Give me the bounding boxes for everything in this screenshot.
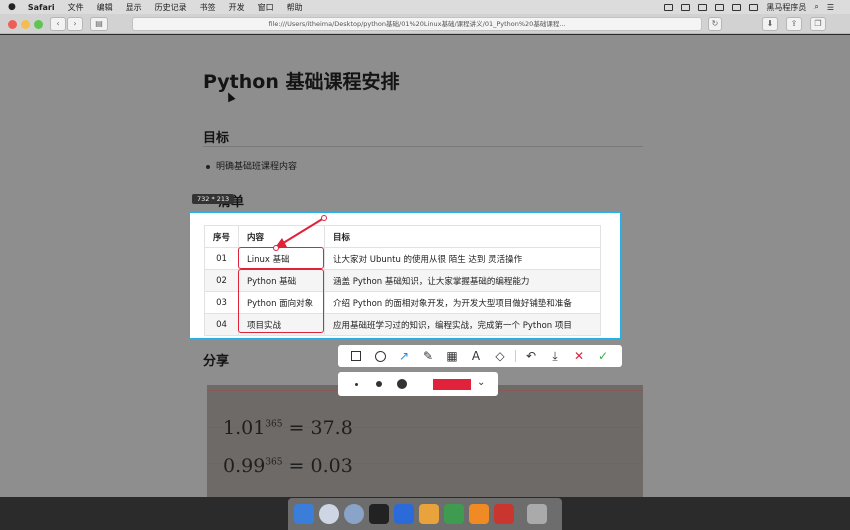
- apple-menu-icon[interactable]: ●: [8, 2, 16, 12]
- launchpad-icon[interactable]: [344, 504, 364, 524]
- cancel-icon[interactable]: ✕: [567, 345, 591, 367]
- page-title: Python 基础课程安排: [203, 71, 400, 93]
- status-menu-icon[interactable]: [681, 3, 691, 11]
- menu-history[interactable]: 历史记录: [155, 2, 187, 13]
- stroke-color-swatch[interactable]: [433, 379, 471, 390]
- status-menu-icon[interactable]: [664, 3, 674, 11]
- download-icon[interactable]: ⤓: [543, 345, 567, 367]
- divider: [203, 146, 643, 147]
- tag-tool-icon[interactable]: ◇: [488, 345, 512, 367]
- text-tool-icon[interactable]: A: [464, 345, 488, 367]
- back-button[interactable]: ‹: [50, 17, 66, 31]
- large-stroke-option[interactable]: [397, 379, 407, 389]
- mosaic-tool-icon[interactable]: ▦: [440, 345, 464, 367]
- app-icon[interactable]: [444, 504, 464, 524]
- terminal-icon[interactable]: [369, 504, 389, 524]
- menu-bookmarks[interactable]: 书签: [200, 2, 216, 13]
- equation: 1.01365 = 37.8: [223, 417, 353, 439]
- goal-heading: 目标: [203, 131, 230, 146]
- rectangle-tool-icon[interactable]: [344, 345, 368, 367]
- address-bar[interactable]: file:///Users/itheima/Desktop/python基础/0…: [132, 17, 702, 31]
- menu-bar: ● Safari 文件 编辑 显示 历史记录 书签 开发 窗口 帮助 黑马程序员…: [0, 0, 850, 14]
- menu-app-name[interactable]: Safari: [28, 3, 55, 12]
- close-window-button[interactable]: [8, 20, 17, 29]
- menu-develop[interactable]: 开发: [229, 2, 245, 13]
- browser-toolbar: ‹ › ▤ file:///Users/itheima/Desktop/pyth…: [0, 14, 850, 34]
- goal-list-item: 明确基础班课程内容: [206, 159, 297, 172]
- small-stroke-option[interactable]: [355, 383, 358, 386]
- stroke-options-bar: ⌄: [338, 372, 498, 396]
- sidebar-button[interactable]: ▤: [90, 17, 108, 31]
- finder-icon[interactable]: [294, 504, 314, 524]
- editor-icon[interactable]: [419, 504, 439, 524]
- status-menu-icon[interactable]: [732, 3, 742, 11]
- zoom-window-button[interactable]: [34, 20, 43, 29]
- menu-view[interactable]: 显示: [126, 2, 142, 13]
- screenshot-selection[interactable]: 序号 内容 目标 01 Linux 基础 让大家对 Ubuntu 的使用从很 陌…: [189, 212, 621, 339]
- arrow-tool-icon[interactable]: ↗: [392, 345, 416, 367]
- search-icon[interactable]: ⌕: [814, 2, 818, 12]
- share-icon[interactable]: ⇪: [786, 17, 802, 31]
- status-menu-icon[interactable]: [698, 3, 708, 11]
- tabs-icon[interactable]: ❐: [810, 17, 826, 31]
- selection-size-label: 732 * 213: [192, 194, 235, 204]
- confirm-icon[interactable]: ✓: [591, 345, 615, 367]
- safari-icon[interactable]: [319, 504, 339, 524]
- chevron-down-icon[interactable]: ⌄: [477, 377, 485, 388]
- ellipse-tool-icon[interactable]: [368, 345, 392, 367]
- medium-stroke-option[interactable]: [376, 381, 382, 387]
- dock: [288, 498, 562, 530]
- reload-icon[interactable]: ↻: [708, 17, 722, 31]
- page-content: Python 基础课程安排 目标 明确基础班课程内容 清单 732 * 213 …: [0, 35, 850, 497]
- equation: 0.99365 = 0.03: [223, 455, 353, 477]
- minimize-window-button[interactable]: [21, 20, 30, 29]
- menu-file[interactable]: 文件: [68, 2, 84, 13]
- toolbar-divider: [515, 350, 516, 362]
- undo-icon[interactable]: ↶: [519, 345, 543, 367]
- menu-window[interactable]: 窗口: [258, 2, 274, 13]
- annotation-arrow[interactable]: [190, 213, 622, 340]
- menu-user-name[interactable]: 黑马程序员: [766, 2, 806, 13]
- screen-capture-icon[interactable]: [394, 504, 414, 524]
- forward-button[interactable]: ›: [67, 17, 83, 31]
- annotation-toolbar: ↗ ✎ ▦ A ◇ ↶ ⤓ ✕ ✓: [338, 345, 622, 367]
- vlc-icon[interactable]: [469, 504, 489, 524]
- menu-help[interactable]: 帮助: [287, 2, 303, 13]
- list-icon[interactable]: ☰: [827, 3, 834, 12]
- status-menu-icon[interactable]: [715, 3, 725, 11]
- menu-edit[interactable]: 编辑: [97, 2, 113, 13]
- status-area: 黑马程序员 ⌕ ☰: [664, 2, 842, 13]
- share-heading: 分享: [203, 354, 230, 369]
- pen-tool-icon[interactable]: ✎: [416, 345, 440, 367]
- trash-icon[interactable]: [527, 504, 547, 524]
- app-icon[interactable]: [494, 504, 514, 524]
- whiteboard-photo: 1.01365 = 37.8 0.99365 = 0.03: [207, 385, 643, 497]
- status-menu-icon[interactable]: [749, 3, 759, 11]
- download-icon[interactable]: ⬇: [762, 17, 778, 31]
